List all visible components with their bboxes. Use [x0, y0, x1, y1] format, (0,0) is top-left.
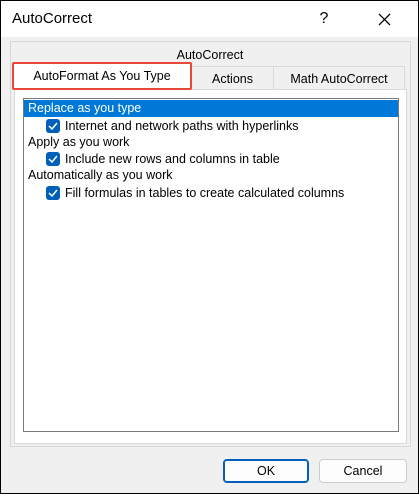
checkbox-checked[interactable] — [46, 119, 60, 133]
ok-button[interactable]: OK — [223, 459, 309, 483]
option-label: Fill formulas in tables to create calcul… — [65, 186, 345, 200]
group-header-automatically-as-you-work[interactable]: Automatically as you work — [24, 167, 398, 184]
cancel-button[interactable]: Cancel — [319, 459, 407, 483]
checkmark-icon — [48, 122, 58, 130]
checkbox-checked[interactable] — [46, 186, 60, 200]
option-label: Include new rows and columns in table — [65, 152, 280, 166]
close-button[interactable] — [367, 5, 401, 33]
tab-math-autocorrect[interactable]: Math AutoCorrect — [273, 66, 405, 90]
checkmark-icon — [48, 189, 58, 197]
close-icon — [378, 13, 391, 26]
group-header-apply-as-you-work[interactable]: Apply as you work — [24, 134, 398, 151]
checkbox-checked[interactable] — [46, 152, 60, 166]
tab-actions-label: Actions — [212, 72, 253, 86]
tab-actions[interactable]: Actions — [191, 66, 274, 90]
autoformat-options-list[interactable]: Replace as you type Internet and network… — [23, 98, 399, 432]
group-header-replace-as-you-type[interactable]: Replace as you type — [24, 100, 398, 117]
autocorrect-dialog: AutoCorrect ? AutoCorrect Actions Math A… — [0, 0, 419, 494]
tab-math-autocorrect-label: Math AutoCorrect — [290, 72, 388, 86]
tab-autocorrect-label: AutoCorrect — [176, 48, 244, 62]
tab-autoformat-label: AutoFormat As You Type — [33, 69, 171, 83]
title-bar: AutoCorrect ? — [1, 1, 418, 37]
tab-autoformat-as-you-type[interactable]: AutoFormat As You Type — [12, 62, 192, 90]
checkmark-icon — [48, 155, 58, 163]
dialog-title: AutoCorrect — [12, 10, 93, 27]
help-button[interactable]: ? — [308, 5, 340, 33]
option-label: Internet and network paths with hyperlin… — [65, 119, 299, 133]
